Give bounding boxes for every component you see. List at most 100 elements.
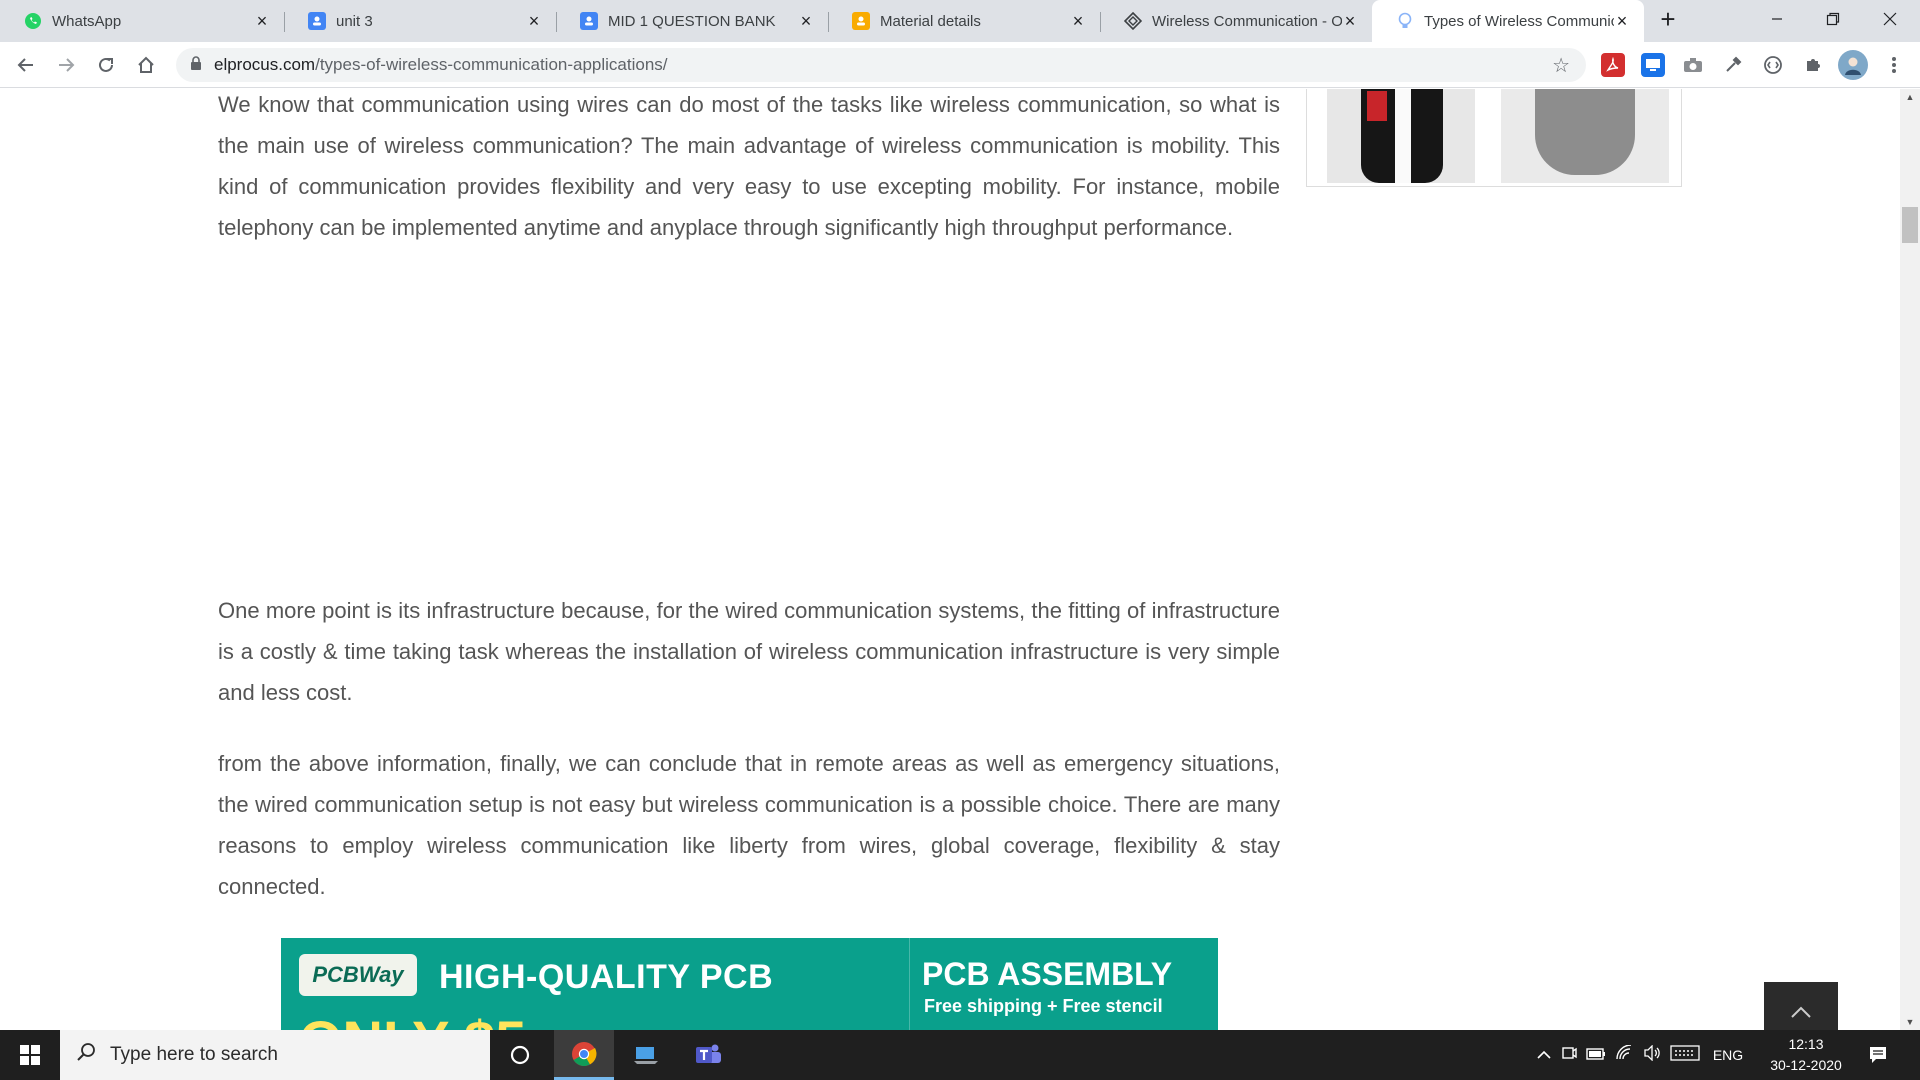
restore-button[interactable] bbox=[1803, 0, 1863, 38]
close-icon[interactable]: × bbox=[1070, 12, 1086, 30]
taskbar-chrome[interactable] bbox=[554, 1030, 614, 1080]
ad-subline: Free shipping + Free stencil bbox=[924, 996, 1163, 1016]
diamond-icon bbox=[1124, 12, 1142, 30]
system-tray: ENG bbox=[1532, 1030, 1752, 1080]
bookmark-star-icon[interactable]: ☆ bbox=[1552, 53, 1570, 78]
classroom-icon bbox=[308, 12, 326, 30]
tab-strip: WhatsApp × unit 3 × MID 1 QUESTION BANK … bbox=[0, 0, 1920, 42]
close-icon[interactable]: × bbox=[254, 12, 270, 30]
reload-icon bbox=[99, 57, 113, 72]
pcbway-banner-ad[interactable]: PCBWay HIGH-QUALITY PCB PCB ASSEMBLY Fre… bbox=[281, 938, 1218, 1030]
acrobat-extension-icon[interactable] bbox=[1601, 53, 1625, 77]
wifi-icon[interactable] bbox=[1610, 1044, 1638, 1065]
chevron-up-icon[interactable] bbox=[1532, 1047, 1556, 1064]
puzzle-extensions-icon[interactable] bbox=[1801, 53, 1825, 77]
tab-material-details[interactable]: Material details × bbox=[828, 0, 1100, 42]
eyedropper-extension-icon[interactable] bbox=[1721, 53, 1745, 77]
article-paragraph: from the above information, finally, we … bbox=[218, 751, 1280, 899]
minimize-button[interactable] bbox=[1747, 0, 1807, 38]
new-tab-button[interactable]: + bbox=[1654, 6, 1682, 34]
arrow-left-icon bbox=[17, 58, 33, 72]
ad-headline: HIGH-QUALITY PCB bbox=[439, 958, 774, 996]
chevron-up-icon bbox=[1791, 1006, 1811, 1018]
clock-time: 12:13 bbox=[1788, 1036, 1824, 1052]
cortana-circle-icon bbox=[510, 1045, 530, 1065]
tab-title: Material details bbox=[880, 12, 981, 30]
language-indicator[interactable]: ENG bbox=[1704, 1047, 1752, 1063]
kebab-menu-icon bbox=[1892, 57, 1896, 73]
tab-title: Types of Wireless Communic bbox=[1424, 12, 1614, 30]
taskbar-clock[interactable]: 12:13 30-12-2020 bbox=[1758, 1034, 1854, 1076]
search-icon bbox=[76, 1042, 96, 1068]
pcbway-logo: PCBWay bbox=[299, 954, 417, 996]
volume-icon[interactable] bbox=[1638, 1044, 1666, 1065]
screen-share-extension-icon[interactable] bbox=[1641, 53, 1665, 77]
home-button[interactable] bbox=[130, 49, 162, 81]
classroom-icon bbox=[852, 12, 870, 30]
forward-button[interactable] bbox=[50, 49, 82, 81]
close-window-button[interactable] bbox=[1860, 0, 1920, 38]
scroll-to-top-button[interactable] bbox=[1764, 982, 1838, 1030]
tab-mid-1-question-bank[interactable]: MID 1 QUESTION BANK × bbox=[556, 0, 828, 42]
url-path: /types-of-wireless-communication-applica… bbox=[315, 55, 668, 74]
close-icon bbox=[1883, 12, 1897, 26]
tab-title: MID 1 QUESTION BANK bbox=[608, 12, 776, 30]
close-icon[interactable]: × bbox=[1342, 12, 1358, 30]
home-icon bbox=[138, 56, 154, 73]
taskbar-search-box[interactable]: Type here to search bbox=[60, 1030, 490, 1080]
battery-icon[interactable] bbox=[1582, 1047, 1610, 1064]
sidebar-product-ad[interactable] bbox=[1306, 89, 1682, 187]
close-icon[interactable]: × bbox=[1614, 12, 1630, 30]
dress-product-image[interactable] bbox=[1501, 89, 1669, 183]
restore-icon bbox=[1826, 12, 1840, 26]
jacket-product-image[interactable] bbox=[1327, 89, 1475, 183]
scroll-down-arrow-icon[interactable]: ▼ bbox=[1900, 1014, 1920, 1030]
ad-headline-2: PCB ASSEMBLY bbox=[922, 956, 1173, 992]
profile-avatar[interactable] bbox=[1838, 50, 1868, 80]
classroom-icon bbox=[580, 12, 598, 30]
laptop-pen-icon bbox=[634, 1047, 658, 1064]
ad-price-text: ONLY $5 bbox=[299, 1008, 526, 1030]
close-icon[interactable]: × bbox=[526, 12, 542, 30]
page-scrollbar[interactable]: ▲ ▼ bbox=[1900, 89, 1920, 1030]
windows-taskbar: Type here to search ENG 12:13 30-12-2020 bbox=[0, 1030, 1920, 1080]
minimize-icon bbox=[1772, 18, 1782, 20]
action-center-button[interactable] bbox=[1850, 1030, 1906, 1080]
bulb-icon bbox=[1396, 12, 1414, 30]
tab-title: Wireless Communication - O bbox=[1152, 12, 1342, 30]
scrollbar-thumb[interactable] bbox=[1902, 207, 1918, 243]
dev-extension-icon[interactable] bbox=[1761, 53, 1785, 77]
chrome-menu-button[interactable] bbox=[1878, 49, 1910, 81]
tab-unit-3[interactable]: unit 3 × bbox=[284, 0, 556, 42]
meet-now-icon[interactable] bbox=[1556, 1045, 1582, 1065]
taskbar-onscreen-app[interactable] bbox=[616, 1030, 676, 1080]
start-button[interactable] bbox=[0, 1030, 60, 1080]
back-button[interactable] bbox=[10, 49, 42, 81]
tab-whatsapp[interactable]: WhatsApp × bbox=[0, 0, 284, 42]
web-page: We know that communication using wires c… bbox=[0, 89, 1900, 1030]
reload-button[interactable] bbox=[90, 49, 122, 81]
whatsapp-icon bbox=[24, 12, 42, 30]
cortana-button[interactable] bbox=[490, 1030, 550, 1080]
clock-date: 30-12-2020 bbox=[1770, 1057, 1842, 1073]
lock-icon bbox=[190, 55, 202, 75]
arrow-right-icon bbox=[59, 58, 75, 72]
address-bar[interactable]: elprocus.com/types-of-wireless-communica… bbox=[176, 48, 1586, 82]
article-paragraph: We know that communication using wires c… bbox=[218, 92, 1280, 240]
tab-title: unit 3 bbox=[336, 12, 373, 30]
taskbar-teams[interactable] bbox=[678, 1030, 738, 1080]
keyboard-icon[interactable] bbox=[1666, 1045, 1704, 1065]
tab-wireless-communication[interactable]: Wireless Communication - O × bbox=[1100, 0, 1372, 42]
article-paragraph: One more point is its infrastructure bec… bbox=[218, 598, 1280, 705]
tab-types-of-wireless-communication[interactable]: Types of Wireless Communic × bbox=[1372, 0, 1644, 42]
windows-logo-icon bbox=[20, 1045, 40, 1065]
notification-icon bbox=[1870, 1047, 1886, 1063]
ad-divider bbox=[909, 938, 910, 1030]
url-domain: elprocus.com bbox=[214, 55, 316, 74]
scroll-up-arrow-icon[interactable]: ▲ bbox=[1900, 89, 1920, 105]
search-placeholder: Type here to search bbox=[110, 1044, 278, 1065]
tab-title: WhatsApp bbox=[52, 12, 122, 30]
camera-extension-icon[interactable] bbox=[1681, 53, 1705, 77]
close-icon[interactable]: × bbox=[798, 12, 814, 30]
browser-toolbar: elprocus.com/types-of-wireless-communica… bbox=[0, 42, 1920, 88]
